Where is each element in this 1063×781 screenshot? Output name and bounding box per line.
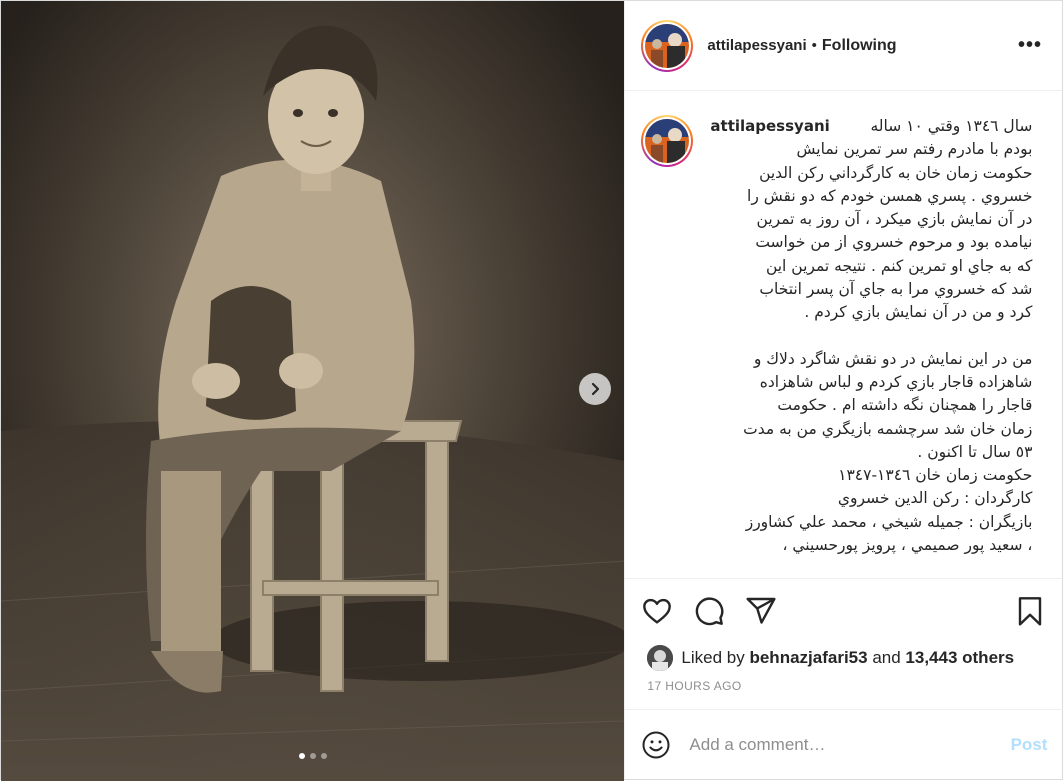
paper-plane-icon [746,597,776,624]
author-username[interactable]: attilapessyani [707,37,806,54]
liked-by-label: Liked by [681,648,745,667]
avatar-image [645,119,690,163]
heart-icon [643,598,672,624]
caption-username[interactable]: attilapessyani [710,115,829,138]
post-comment-button[interactable]: Post [1011,735,1048,755]
caption-line: حكومت زمان خان به كارگرداني ركن الدين [759,163,1033,182]
caption-line: سال ۱۳٤٦ وقتي ۱۰ ساله attilapessyani [710,115,1032,138]
caption-text: سال ۱۳٤٦ وقتي ۱۰ ساله attilapessyani بود… [710,115,1032,557]
caption-line: بودم با مادرم رفتم سر تمرين نمايش [796,140,1033,159]
caption-body: سال ۱۳٤٦ وقتي ۱۰ ساله attilapessyani بود… [710,115,1032,557]
liker-username[interactable]: behnazjafari53 [749,648,867,668]
emoji-smile-icon[interactable] [641,730,671,760]
comment-bubble-icon [696,597,724,626]
caption-author-avatar[interactable] [641,115,694,167]
action-bar [625,579,1062,643]
caption-line: زمان خان شد سرچشمه بازيگري من به مدت [743,419,1033,438]
caption-line: حكومت زمان خان ۱۳٤٦-۱۳٤۷ [838,466,1033,485]
like-button[interactable] [641,591,681,631]
post-side-panel: attilapessyani • Following ••• سال ۱۳٤٦ … [624,1,1063,779]
next-slide-button[interactable] [579,373,611,405]
caption-line: ، سعيد پور صميمي ، پرويز پورحسيني ، [782,536,1033,555]
comments-section[interactable]: سال ۱۳٤٦ وقتي ۱۰ ساله attilapessyani بود… [625,91,1062,579]
carousel-dot [310,753,316,759]
comment-button[interactable] [693,591,733,631]
caption: سال ۱۳٤٦ وقتي ۱۰ ساله attilapessyani بود… [641,115,1046,557]
following-button[interactable]: Following [822,37,897,55]
liker-avatar[interactable] [647,645,674,671]
carousel-dot [321,753,327,759]
caption-line: كرد و من در آن نمايش بازي كردم . [804,303,1033,322]
more-options-button[interactable]: ••• [1018,34,1042,57]
caption-line: كه به جاي او تمرين كنم . نتيجه تمرين اين [765,256,1033,275]
caption-line: شاهزاده قاجار بازي كردم و لباس شاهزاده [759,372,1033,391]
likes-and-label: and [872,648,901,667]
caption-line: نيامده بود و مرحوم خسروي از من خواست [755,233,1033,252]
post-header: attilapessyani • Following ••• [625,1,1062,91]
caption-line: در آن نمايش بازي ميكرد ، آن روز به تمرين [756,210,1033,229]
caption-line: خسروي . پسري همسن خودم كه دو نقش را [747,186,1033,205]
comment-input[interactable] [689,734,990,755]
separator-dot: • [811,37,817,54]
caption-line: كارگردان : ركن الدين خسروي [837,489,1033,508]
bookmark-icon [1018,597,1042,626]
post-media[interactable] [1,1,625,781]
avatar-image [645,23,690,68]
caption-line: من در اين نمايش در دو نقش شاگرد دلاك و [753,349,1033,368]
chevron-right-icon [591,382,600,396]
add-comment-bar: Post [625,709,1063,779]
post-timestamp[interactable]: 17 HOURS AGO [625,673,1062,711]
photo-boy-on-stool [1,1,625,781]
likes-others-link[interactable]: 13,443 others [905,648,1014,668]
share-button[interactable] [745,591,785,631]
caption-line: قاجار را همچنان نگه داشته ام . حكومت [777,396,1033,415]
carousel-dot-active [299,753,305,759]
author-avatar[interactable] [641,19,694,72]
caption-line: بازيگران : جميله شيخي ، محمد علي كشاورز [745,512,1033,531]
likes-summary: Liked by behnazjafari53 and 13,443 other… [625,643,1062,673]
caption-line: شد كه خسروي مرا به جاي آن پسر انتخاب [759,280,1033,299]
caption-line: ٥٣ سال تا اكنون . [917,442,1033,461]
post-dialog: attilapessyani • Following ••• سال ۱۳٤٦ … [0,0,1063,781]
carousel-indicator [1,753,624,759]
save-button[interactable] [1006,591,1046,631]
